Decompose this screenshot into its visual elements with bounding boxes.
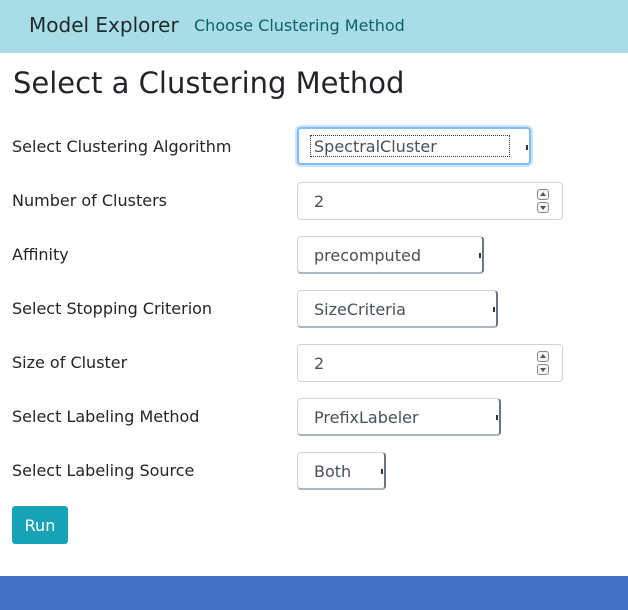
labeling-method-select[interactable]: PrefixLabeler	[297, 398, 501, 436]
affinity-label: Affinity	[12, 245, 69, 264]
stepper-up-icon[interactable]	[537, 189, 549, 200]
dropdown-arrow-icon	[526, 145, 528, 150]
dropdown-arrow-icon	[381, 469, 383, 474]
page-title: Select a Clustering Method	[13, 66, 405, 100]
labeling-source-label: Select Labeling Source	[12, 461, 195, 480]
footer	[0, 576, 628, 610]
up-down-stepper-icon[interactable]	[537, 189, 549, 213]
up-down-stepper-icon[interactable]	[537, 351, 549, 375]
dropdown-arrow-icon	[493, 307, 495, 312]
labeling-method-value: PrefixLabeler	[314, 408, 419, 427]
algorithm-select[interactable]: SpectralCluster	[297, 127, 531, 165]
navbar: Model Explorer Choose Clustering Method	[0, 0, 628, 53]
algorithm-value: SpectralCluster	[314, 137, 437, 156]
stopping-criterion-label: Select Stopping Criterion	[12, 299, 213, 318]
labeling-method-label: Select Labeling Method	[12, 407, 200, 426]
stopping-criterion-select[interactable]: SizeCriteria	[297, 290, 498, 328]
dropdown-arrow-icon	[479, 253, 481, 258]
run-button[interactable]: Run	[12, 506, 68, 544]
affinity-value: precomputed	[314, 246, 421, 265]
stepper-down-icon[interactable]	[537, 364, 549, 375]
stepper-up-icon[interactable]	[537, 351, 549, 362]
num-clusters-input[interactable]: 2	[297, 182, 563, 220]
labeling-source-select[interactable]: Both	[297, 452, 386, 490]
num-clusters-label: Number of Clusters	[12, 191, 167, 210]
affinity-select[interactable]: precomputed	[297, 236, 484, 274]
nav-link-choose-clustering[interactable]: Choose Clustering Method	[194, 16, 405, 35]
stepper-down-icon[interactable]	[537, 202, 549, 213]
labeling-source-value: Both	[314, 462, 352, 481]
cluster-size-input[interactable]: 2	[297, 344, 563, 382]
navbar-brand[interactable]: Model Explorer	[29, 13, 179, 37]
cluster-size-label: Size of Cluster	[12, 353, 128, 372]
num-clusters-value: 2	[314, 192, 325, 211]
algorithm-label: Select Clustering Algorithm	[12, 137, 232, 156]
dropdown-arrow-icon	[496, 415, 498, 420]
cluster-size-value: 2	[314, 354, 325, 373]
stopping-criterion-value: SizeCriteria	[314, 300, 406, 319]
